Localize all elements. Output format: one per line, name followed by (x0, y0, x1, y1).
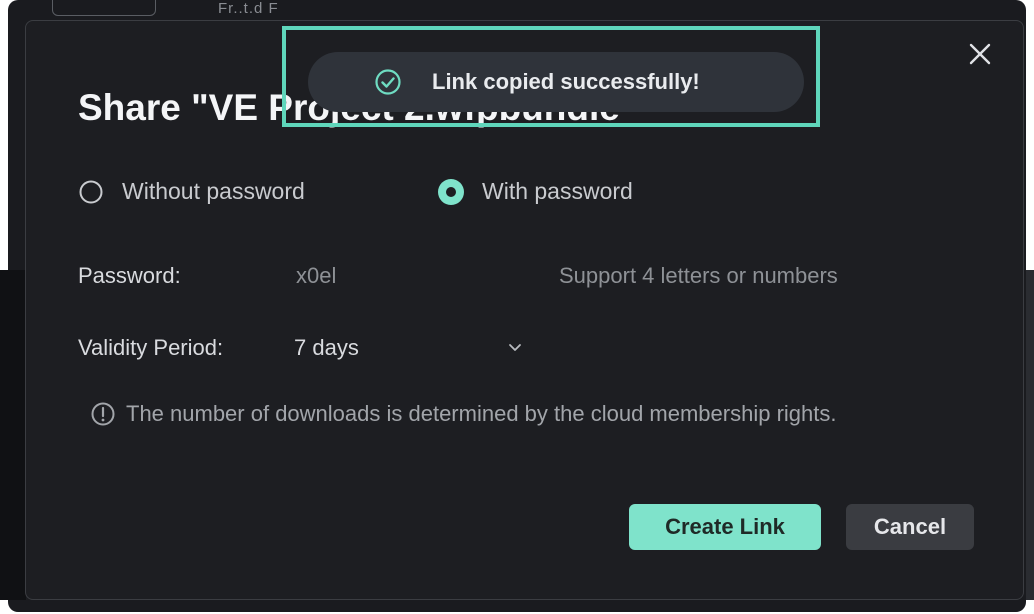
radio-selected-icon (438, 178, 464, 205)
radio-label-without-password: Without password (122, 178, 305, 204)
close-icon (969, 43, 991, 65)
backdrop-partial-text: Fr..t.d F (218, 2, 279, 16)
password-hint: Support 4 letters or numbers (559, 263, 838, 288)
backdrop-button-outline (52, 0, 156, 16)
create-link-button[interactable]: Create Link (629, 504, 821, 550)
validity-period-select[interactable]: 7 days (294, 331, 524, 365)
backdrop-right-panel (1026, 270, 1034, 600)
close-button[interactable] (967, 41, 993, 67)
radio-with-password[interactable]: With password (438, 178, 633, 205)
toast-highlight-frame (282, 26, 820, 127)
info-circle-icon (91, 402, 115, 426)
radio-unselected-icon (79, 180, 103, 203)
radio-without-password[interactable]: Without password (78, 178, 305, 205)
validity-label: Validity Period: (78, 335, 224, 360)
backdrop-left-panel (0, 270, 26, 600)
password-input[interactable]: x0el (296, 259, 546, 293)
password-label: Password: (78, 263, 181, 288)
radio-label-with-password: With password (482, 178, 633, 204)
download-info-note: The number of downloads is determined by… (90, 401, 836, 427)
cancel-button[interactable]: Cancel (846, 504, 974, 550)
validity-selected-value: 7 days (294, 335, 359, 360)
download-info-text: The number of downloads is determined by… (126, 401, 837, 426)
chevron-down-icon (509, 344, 521, 351)
